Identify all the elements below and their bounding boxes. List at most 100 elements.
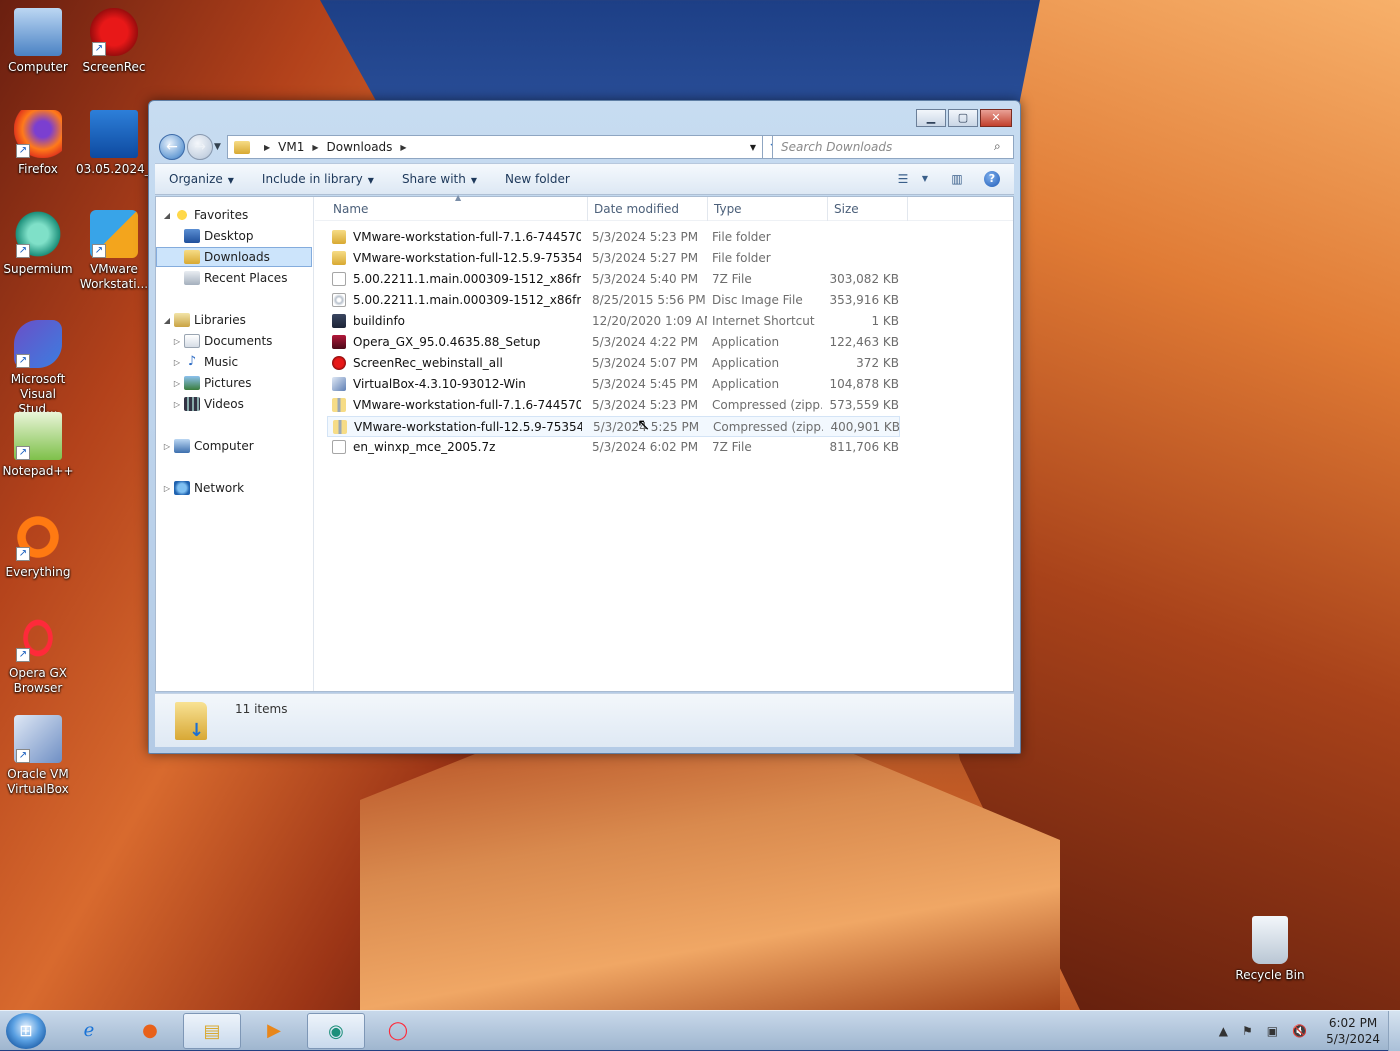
nav-computer[interactable]: ▷ Computer: [162, 436, 254, 456]
desktop-icon-opera-gx[interactable]: ↗ Opera GX Browser: [0, 614, 76, 696]
include-in-library-button[interactable]: Include in library ▼: [248, 172, 388, 186]
preview-pane-icon[interactable]: ▥: [946, 169, 968, 189]
share-with-button[interactable]: Share with ▼: [388, 172, 491, 186]
file-row[interactable]: ScreenRec_webinstall_all 5/3/2024 5:07 PM…: [327, 353, 900, 374]
column-header-name[interactable]: Name: [333, 202, 368, 216]
desktop-icon-vmware[interactable]: ↗ VMware Workstati...: [76, 210, 152, 292]
address-bar[interactable]: ▶ VM1 ▶ Downloads ▶ ▼: [227, 135, 763, 159]
taskbar-media-player[interactable]: ▶: [245, 1013, 303, 1049]
file-date: 5/3/2024 5:07 PM: [592, 356, 699, 370]
breadcrumb-downloads[interactable]: Downloads: [327, 140, 393, 154]
nav-label: Recent Places: [204, 271, 288, 285]
network-status-icon[interactable]: ▣: [1267, 1024, 1278, 1038]
collapsed-triangle-icon[interactable]: ▷: [162, 484, 172, 493]
desktop-icon-supermium[interactable]: ↗ Supermium: [0, 210, 76, 277]
taskbar-supermium[interactable]: ◉: [307, 1013, 365, 1049]
collapsed-triangle-icon[interactable]: ▷: [172, 400, 182, 409]
file-type: Application: [712, 356, 780, 370]
forward-button[interactable]: →: [187, 134, 213, 160]
volume-muted-icon[interactable]: 🔇: [1292, 1024, 1307, 1038]
file-row[interactable]: Opera_GX_95.0.4635.88_Setup 5/3/2024 4:22…: [327, 332, 900, 353]
chevron-right-icon[interactable]: ▶: [400, 143, 406, 152]
desktop-icon-label: Firefox: [18, 162, 58, 176]
desktop-icon-everything[interactable]: ↗ Everything: [0, 513, 76, 580]
nav-downloads[interactable]: Downloads: [156, 247, 312, 267]
nav-documents[interactable]: ▷ Documents: [172, 331, 272, 351]
show-desktop-button[interactable]: [1388, 1011, 1400, 1051]
breadcrumb-vm1[interactable]: VM1: [278, 140, 304, 154]
file-date: 8/25/2015 5:56 PM: [592, 293, 706, 307]
new-folder-button[interactable]: New folder: [491, 172, 584, 186]
column-header-type[interactable]: Type: [714, 202, 742, 216]
desktop-icon-label: ScreenRec: [82, 60, 146, 74]
clock[interactable]: 6:02 PM 5/3/2024: [1326, 1015, 1380, 1047]
recent-pages-dropdown[interactable]: ▼: [214, 142, 221, 152]
file-row[interactable]: VMware-workstation-full-7.1.6-744570 5/3/…: [327, 395, 900, 416]
desktop-icon-video-file[interactable]: 03.05.2024_...: [76, 110, 162, 177]
navigation-pane[interactable]: ◢ Favorites Desktop Downloads Recent Plac…: [156, 197, 314, 691]
file-row[interactable]: VMware-workstation-full-12.5.9-7535481 5/…: [327, 248, 900, 269]
explorer-window[interactable]: ▁ ▢ ✕ ← → ▼ ▶ VM1 ▶ Downloads ▶ ▼ ⟲ ⌕ Or…: [148, 100, 1021, 754]
expanded-triangle-icon[interactable]: ◢: [162, 316, 172, 325]
taskbar-opera-gx[interactable]: ◯: [369, 1013, 427, 1049]
chevron-down-icon: ▼: [367, 176, 374, 185]
computer-icon: [174, 439, 190, 453]
chevron-right-icon: ▶: [312, 142, 319, 152]
libraries-icon: [174, 313, 190, 327]
search-icon[interactable]: ⌕: [994, 139, 1001, 154]
search-input[interactable]: [772, 135, 1014, 159]
file-row[interactable]: VMware-workstation-full-7.1.6-744570 5/3/…: [327, 227, 900, 248]
taskbar-windows-explorer[interactable]: ▤: [183, 1013, 241, 1049]
back-button[interactable]: ←: [159, 134, 185, 160]
nav-favorites[interactable]: ◢ Favorites: [162, 205, 248, 225]
file-row[interactable]: 5.00.2211.1.main.000309-1512_x86fre_clie…: [327, 290, 900, 311]
column-header-date-modified[interactable]: Date modified: [594, 202, 679, 216]
nav-label: Downloads: [204, 250, 270, 264]
close-button[interactable]: ✕: [980, 109, 1012, 127]
column-header-size[interactable]: Size: [834, 202, 859, 216]
file-list[interactable]: Name ▲ Date modified Type Size VMware-wo…: [315, 193, 1013, 691]
view-dropdown-icon[interactable]: ▼: [920, 169, 930, 189]
organize-button[interactable]: Organize ▼: [155, 172, 248, 186]
collapsed-triangle-icon[interactable]: ▷: [162, 442, 172, 451]
maximize-button[interactable]: ▢: [948, 109, 978, 127]
nav-network[interactable]: ▷ Network: [162, 478, 244, 498]
file-row[interactable]: 5.00.2211.1.main.000309-1512_x86fre_clie…: [327, 269, 900, 290]
nav-pictures[interactable]: ▷ Pictures: [172, 373, 252, 393]
help-icon[interactable]: ?: [984, 171, 1000, 187]
desktop-icon-screenrec[interactable]: ↗ ScreenRec: [76, 8, 152, 75]
start-button[interactable]: ⊞: [6, 1013, 46, 1049]
file-row[interactable]: buildinfo 12/20/2020 1:09 AM Internet Shor…: [327, 311, 900, 332]
desktop-icon-visual-studio[interactable]: ↗ Microsoft Visual Stud...: [0, 320, 76, 417]
collapsed-triangle-icon[interactable]: ▷: [172, 358, 182, 367]
desktop-icon-notepad-plus-plus[interactable]: ↗ Notepad++: [0, 412, 76, 479]
file-row-hovered[interactable]: VMware-workstation-full-12.5.9-7535481 5/…: [327, 416, 900, 437]
change-view-icon[interactable]: ☰: [892, 169, 914, 189]
show-hidden-icons-icon[interactable]: ▲: [1219, 1024, 1228, 1038]
collapsed-triangle-icon[interactable]: ▷: [172, 379, 182, 388]
downloads-folder-large-icon: ↓: [175, 702, 207, 741]
file-row[interactable]: en_winxp_mce_2005.7z 5/3/2024 6:02 PM 7Z F…: [327, 437, 900, 458]
desktop-icon-virtualbox[interactable]: ↗ Oracle VM VirtualBox: [0, 715, 76, 797]
expanded-triangle-icon[interactable]: ◢: [162, 211, 172, 220]
explorer-body: ◢ Favorites Desktop Downloads Recent Plac…: [155, 193, 1014, 692]
desktop-icon-computer[interactable]: Computer: [0, 8, 76, 75]
nav-desktop[interactable]: Desktop: [172, 226, 254, 246]
nav-music[interactable]: ▷ ♪ Music: [172, 352, 238, 372]
nav-libraries[interactable]: ◢ Libraries: [162, 310, 246, 330]
minimize-button[interactable]: ▁: [916, 109, 946, 127]
file-size: 400,901 KB: [830, 420, 900, 434]
screenrec-icon: ↗: [90, 8, 138, 56]
action-center-flag-icon[interactable]: ⚑: [1242, 1024, 1253, 1038]
desktop-icon-recycle-bin[interactable]: Recycle Bin: [1232, 916, 1308, 983]
file-type: Compressed (zipp...: [712, 398, 822, 412]
nav-videos[interactable]: ▷ Videos: [172, 394, 244, 414]
file-row[interactable]: VirtualBox-4.3.10-93012-Win 5/3/2024 5:45…: [327, 374, 900, 395]
taskbar-firefox[interactable]: ●: [121, 1013, 179, 1049]
taskbar-internet-explorer[interactable]: ℯ: [60, 1013, 118, 1049]
desktop-icon-firefox[interactable]: ↗ Firefox: [0, 110, 76, 177]
address-dropdown-icon[interactable]: ▼: [750, 143, 756, 152]
nav-recent-places[interactable]: Recent Places: [172, 268, 287, 288]
collapsed-triangle-icon[interactable]: ▷: [172, 337, 182, 346]
nav-label: Network: [194, 481, 245, 495]
